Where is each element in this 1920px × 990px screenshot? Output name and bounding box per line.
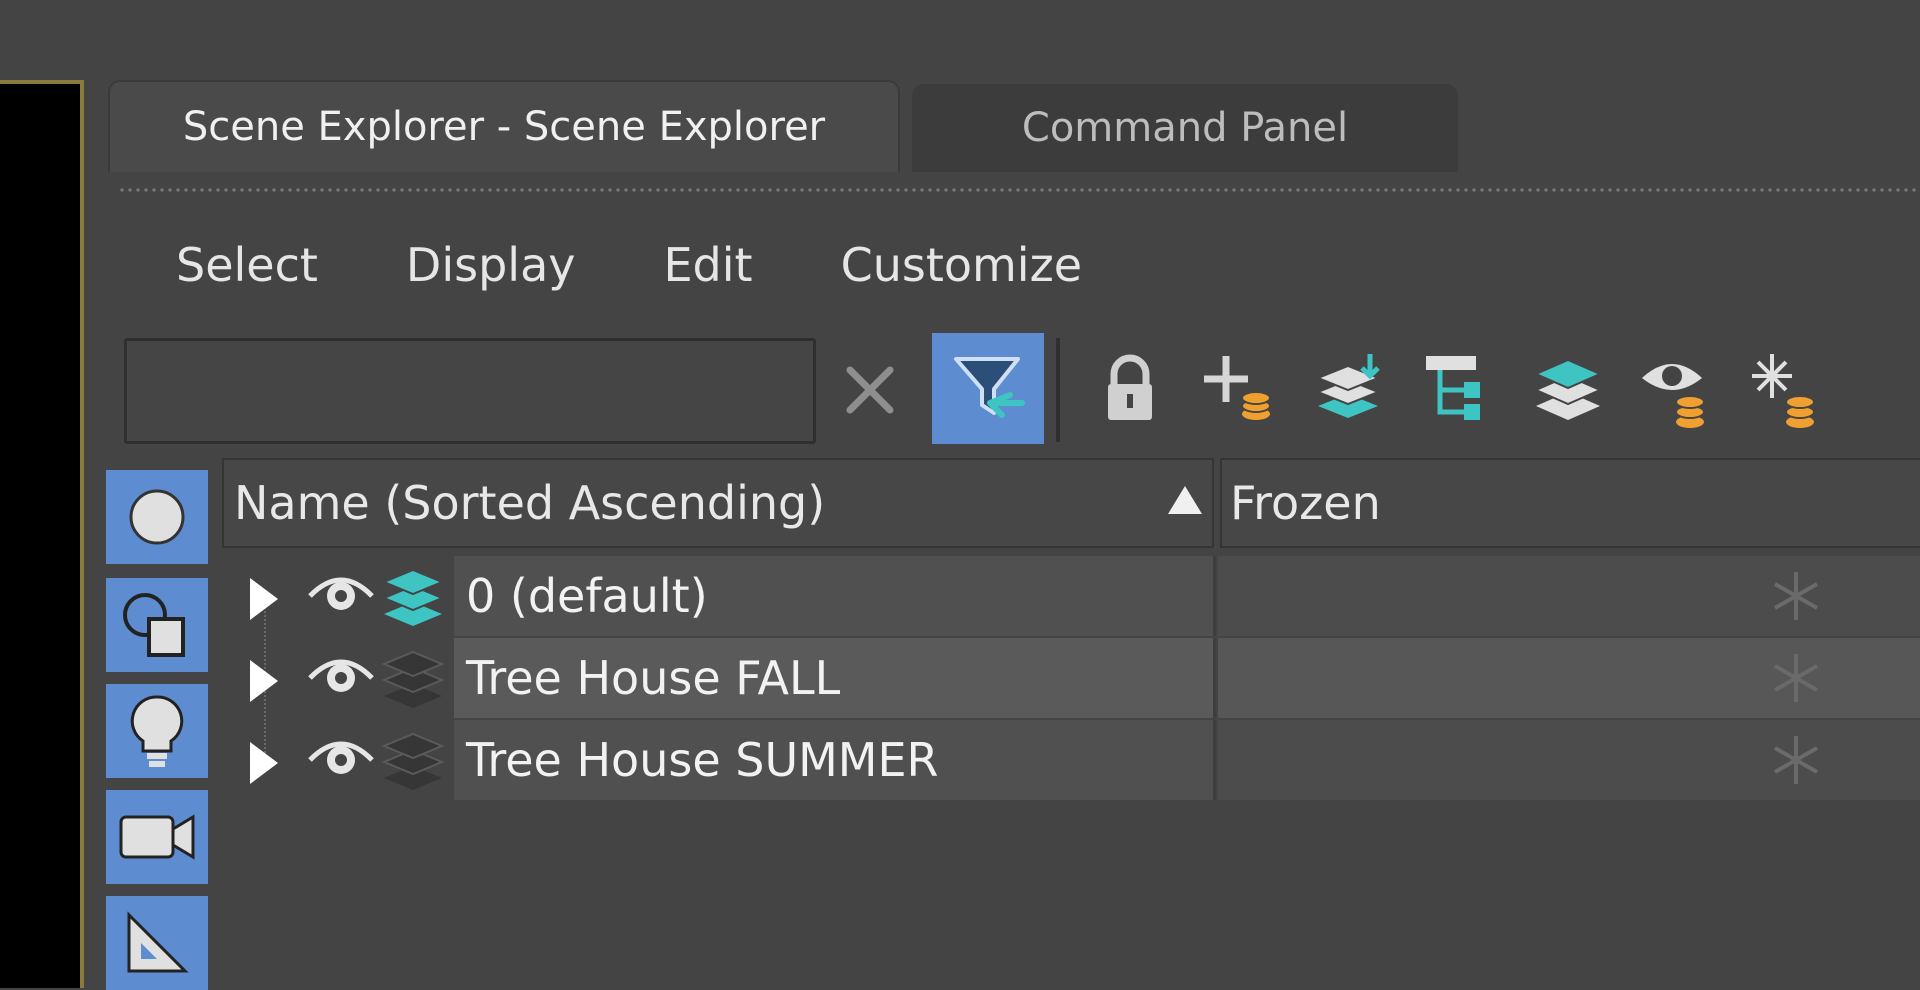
- filter-cameras-button[interactable]: [106, 790, 208, 884]
- menu-bar: Select Display Edit Customize: [176, 238, 1082, 292]
- helpers-icon: [127, 911, 189, 973]
- filter-helpers-button[interactable]: [106, 896, 208, 990]
- snowflake-icon[interactable]: [1766, 648, 1826, 712]
- freeze-layer-icon[interactable]: [1746, 348, 1830, 432]
- hide-layer-icon[interactable]: [1636, 348, 1720, 432]
- lights-icon: [130, 695, 184, 767]
- menu-select[interactable]: Select: [176, 238, 318, 292]
- create-layer-icon[interactable]: [1196, 348, 1280, 432]
- close-icon[interactable]: [838, 352, 902, 428]
- expand-arrow-icon[interactable]: [250, 660, 278, 702]
- sort-ascending-icon: [1168, 486, 1202, 514]
- tab-scene-explorer[interactable]: Scene Explorer - Scene Explorer: [108, 80, 900, 172]
- column-frozen-label: Frozen: [1230, 476, 1381, 530]
- menu-customize[interactable]: Customize: [841, 238, 1082, 292]
- layer-row[interactable]: Tree House FALL: [222, 638, 1920, 718]
- layers-icon[interactable]: [1526, 348, 1610, 432]
- geometry-icon: [129, 489, 185, 545]
- layer-name[interactable]: Tree House SUMMER: [454, 720, 1216, 800]
- menu-edit[interactable]: Edit: [663, 238, 752, 292]
- viewport-edge: [0, 80, 84, 988]
- lock-icon[interactable]: [1088, 348, 1172, 432]
- column-name-label: Name (Sorted Ascending): [234, 476, 826, 530]
- visibility-eye-icon[interactable]: [308, 734, 374, 784]
- layer-row[interactable]: 0 (default): [222, 556, 1920, 636]
- column-header-frozen[interactable]: Frozen: [1220, 458, 1920, 548]
- shapes-icon: [123, 593, 185, 657]
- layer-row[interactable]: Tree House SUMMER: [222, 720, 1920, 800]
- search-input[interactable]: [124, 338, 816, 444]
- filter-geometry-button[interactable]: [106, 470, 208, 564]
- layer-icon: [380, 646, 446, 718]
- visibility-eye-icon[interactable]: [308, 570, 374, 620]
- hierarchy-icon[interactable]: [1416, 348, 1500, 432]
- tab-command-panel[interactable]: Command Panel: [912, 84, 1458, 172]
- snowflake-icon[interactable]: [1766, 566, 1826, 630]
- menu-display[interactable]: Display: [406, 238, 576, 292]
- expand-arrow-icon[interactable]: [250, 578, 278, 620]
- filter-selection-icon: [954, 356, 1025, 418]
- layer-name[interactable]: 0 (default): [454, 556, 1216, 636]
- panel-drag-grip[interactable]: [118, 186, 1920, 194]
- snowflake-icon[interactable]: [1766, 730, 1826, 794]
- active-layer-icon: [380, 564, 446, 636]
- toolbar-separator: [1056, 338, 1060, 442]
- filter-selection-button[interactable]: [932, 333, 1044, 444]
- filter-lights-button[interactable]: [106, 684, 208, 778]
- add-to-layer-icon[interactable]: [1306, 348, 1390, 432]
- layer-name[interactable]: Tree House FALL: [454, 638, 1216, 718]
- expand-arrow-icon[interactable]: [250, 742, 278, 784]
- filter-shapes-button[interactable]: [106, 578, 208, 672]
- cameras-icon: [119, 814, 195, 860]
- layer-icon: [380, 728, 446, 800]
- visibility-eye-icon[interactable]: [308, 652, 374, 702]
- column-header-name[interactable]: Name (Sorted Ascending): [222, 458, 1214, 548]
